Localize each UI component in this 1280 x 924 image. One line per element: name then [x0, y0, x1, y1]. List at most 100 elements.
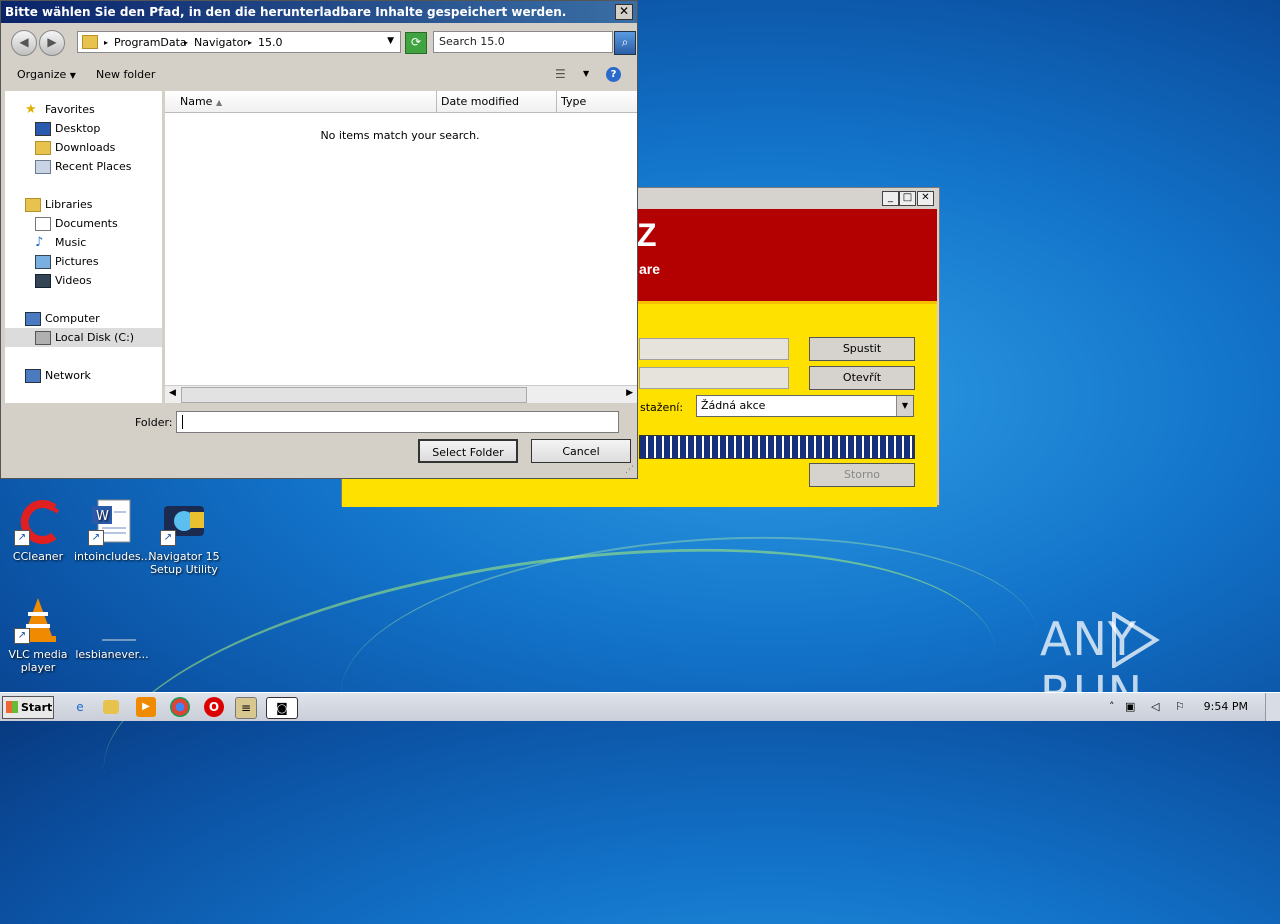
desktop-icon-navigator-setup[interactable]: ↗ Navigator 15 Setup Utility — [146, 498, 222, 576]
breadcrumb-item[interactable]: Navigator — [194, 36, 248, 49]
installer-taskbar-icon[interactable]: ≡ — [235, 697, 257, 719]
close-icon[interactable]: ✕ — [615, 4, 633, 20]
shortcut-arrow-icon: ↗ — [160, 530, 176, 546]
refresh-icon[interactable]: ⟳ — [405, 32, 427, 54]
scrollbar-thumb[interactable] — [181, 387, 527, 403]
back-arrow-icon[interactable]: ◀ — [11, 30, 37, 56]
opera-icon[interactable]: O — [204, 697, 224, 717]
storno-button[interactable]: Storno — [809, 463, 915, 487]
open-button[interactable]: Otevřít — [809, 366, 915, 390]
nav-label: Downloads — [55, 141, 116, 154]
navigator-taskbar-icon[interactable]: ◙ — [266, 697, 298, 719]
nav-downloads[interactable]: Downloads — [5, 138, 162, 157]
nav-network[interactable]: Network — [5, 366, 162, 385]
close-icon[interactable]: ✕ — [917, 191, 934, 206]
path-field[interactable] — [639, 367, 789, 389]
forward-arrow-icon[interactable]: ▶ — [39, 30, 65, 56]
network-icon — [25, 369, 41, 383]
chevron-down-icon[interactable]: ▼ — [583, 69, 589, 78]
start-button[interactable]: Start — [2, 696, 54, 719]
svg-text:W: W — [96, 509, 109, 524]
path-field[interactable] — [639, 338, 789, 360]
nav-label: Desktop — [55, 122, 101, 135]
organize-button[interactable]: Organize ▼ — [17, 68, 76, 81]
nav-computer[interactable]: Computer — [5, 309, 162, 328]
maximize-icon[interactable]: □ — [899, 191, 916, 206]
desktop-icon-label: VLC media player — [8, 648, 68, 674]
dialog-toolbar: Organize ▼ New folder ☰ ▼ ? — [1, 61, 637, 89]
breadcrumb-item[interactable]: 15.0 — [258, 36, 283, 49]
nav-videos[interactable]: Videos — [5, 271, 162, 290]
show-hidden-icons-icon[interactable]: ˄ — [1109, 700, 1115, 713]
media-player-icon[interactable]: ▶ — [136, 697, 156, 717]
desktop-icon-file[interactable]: lesbianever... — [74, 596, 150, 661]
folder-input[interactable] — [176, 411, 619, 433]
search-input[interactable]: Search 15.0 — [433, 31, 613, 53]
horizontal-scrollbar[interactable]: ◀ ▶ — [165, 385, 637, 403]
nav-local-disk[interactable]: Local Disk (C:) — [5, 328, 162, 347]
address-bar[interactable]: ▸ ProgramData ▸ Navigator ▸ 15.0 ▼ — [77, 31, 401, 53]
run-button[interactable]: Spustit — [809, 337, 915, 361]
explorer-folder-icon[interactable] — [103, 700, 119, 714]
help-icon[interactable]: ? — [606, 67, 621, 82]
new-folder-button[interactable]: New folder — [96, 68, 155, 81]
chevron-down-icon[interactable]: ▼ — [387, 36, 394, 46]
nav-pictures[interactable]: Pictures — [5, 252, 162, 271]
start-label: Start — [21, 701, 53, 714]
view-options-icon[interactable]: ☰ — [555, 67, 566, 81]
breadcrumb-item[interactable]: ProgramData — [114, 36, 187, 49]
installer-brand-subtitle: are — [639, 261, 661, 277]
pictures-icon — [35, 255, 51, 269]
show-desktop-button[interactable] — [1265, 693, 1280, 721]
network-tray-icon[interactable]: ▣ — [1125, 700, 1135, 713]
scroll-right-icon[interactable]: ▶ — [626, 388, 633, 398]
windows-logo-icon — [6, 701, 18, 713]
nav-label: Local Disk (C:) — [55, 331, 135, 344]
search-icon[interactable]: ⌕ — [614, 31, 636, 55]
minimize-icon[interactable]: _ — [882, 191, 899, 206]
column-header-type[interactable]: Type — [557, 91, 637, 113]
column-header-date[interactable]: Date modified — [437, 91, 557, 113]
desktop-icon-label: intoincludes... — [74, 550, 152, 563]
nav-desktop[interactable]: Desktop — [5, 119, 162, 138]
nav-label: Libraries — [45, 198, 93, 211]
volume-icon[interactable]: ◁ — [1151, 700, 1159, 713]
text-cursor — [182, 415, 183, 429]
after-download-label: stažení: — [640, 401, 684, 414]
desktop-icon-ccleaner[interactable]: ↗ CCleaner — [0, 498, 76, 563]
folder-picker-dialog: Bitte wählen Sie den Pfad, in den die he… — [0, 0, 638, 479]
nav-label: Pictures — [55, 255, 99, 268]
nav-favorites[interactable]: ★ Favorites — [5, 100, 162, 119]
navigator-setup-icon: ↗ — [160, 498, 208, 546]
scroll-left-icon[interactable]: ◀ — [169, 388, 176, 398]
flag-icon[interactable]: ⚐ — [1175, 700, 1185, 713]
shortcut-arrow-icon: ↗ — [14, 628, 30, 644]
desktop-icon-label: Navigator 15 Setup Utility — [148, 550, 220, 576]
folder-icon — [82, 35, 98, 49]
resize-grip-icon[interactable]: ⋰ — [625, 465, 634, 475]
chevron-down-icon[interactable]: ▼ — [896, 396, 913, 416]
chrome-icon[interactable] — [170, 697, 190, 717]
clock[interactable]: 9:54 PM — [1204, 700, 1248, 713]
download-progress-bar — [639, 435, 915, 459]
nav-label: Videos — [55, 274, 92, 287]
music-note-icon: ♪ — [35, 235, 44, 250]
nav-recent[interactable]: Recent Places — [5, 157, 162, 176]
downloads-folder-icon — [35, 141, 51, 155]
dialog-title: Bitte wählen Sie den Pfad, in den die he… — [5, 5, 567, 19]
column-header-name[interactable]: Name ▲ — [165, 91, 437, 113]
desktop-icon-document[interactable]: W ↗ intoincludes... — [74, 498, 152, 563]
after-download-select[interactable]: Žádná akce ▼ — [696, 395, 914, 417]
after-download-value: Žádná akce — [701, 399, 766, 412]
nav-music[interactable]: ♪ Music — [5, 233, 162, 252]
nav-documents[interactable]: Documents — [5, 214, 162, 233]
cancel-button[interactable]: Cancel — [531, 439, 631, 463]
star-icon: ★ — [25, 102, 37, 117]
desktop-icon-vlc[interactable]: ↗ VLC media player — [0, 596, 76, 674]
nav-label: Favorites — [45, 103, 95, 116]
select-folder-button[interactable]: Select Folder — [418, 439, 518, 463]
nav-libraries[interactable]: Libraries — [5, 195, 162, 214]
taskbar: Start e ▶ O ≡ ◙ ˄ ▣ ◁ ⚐ 9:54 PM — [0, 692, 1280, 721]
internet-explorer-icon[interactable]: e — [70, 697, 90, 717]
watermark-play-icon — [1112, 612, 1160, 668]
